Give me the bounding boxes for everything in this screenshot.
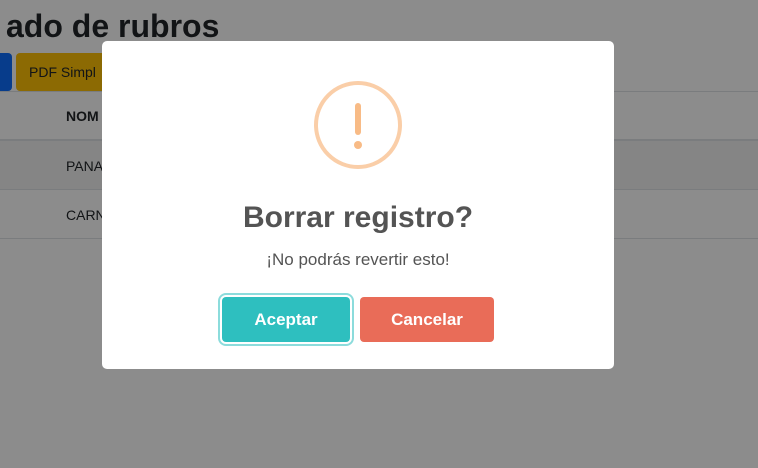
exclamation-bar	[355, 103, 361, 135]
cancel-button[interactable]: Cancelar	[360, 297, 494, 342]
dialog-message: ¡No podrás revertir esto!	[266, 250, 450, 269]
dialog-title: Borrar registro?	[242, 201, 474, 234]
confirm-dialog: Borrar registro? ¡No podrás revertir est…	[102, 41, 614, 369]
warning-icon	[314, 81, 402, 169]
accept-button[interactable]: Aceptar	[222, 297, 350, 342]
exclamation-dot	[354, 141, 362, 149]
